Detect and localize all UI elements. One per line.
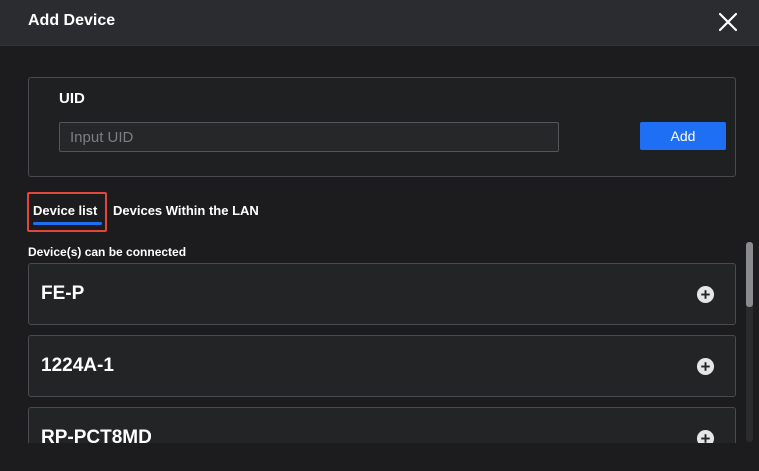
plus-circle-icon[interactable]	[696, 285, 715, 304]
plus-circle-icon[interactable]	[696, 357, 715, 376]
scrollbar-thumb[interactable]	[746, 242, 753, 307]
tab-device-list[interactable]: Device list	[33, 203, 97, 218]
uid-label: UID	[59, 90, 85, 107]
section-label: Device(s) can be connected	[28, 245, 187, 259]
device-list-item[interactable]: FE-P	[28, 263, 736, 325]
add-device-dialog: Add Device UID Add Device list Devices W…	[0, 0, 759, 471]
device-name: RP-PCT8MD	[41, 427, 152, 443]
close-button[interactable]	[716, 10, 740, 34]
active-tab-indicator	[33, 222, 102, 225]
plus-circle-icon[interactable]	[696, 429, 715, 443]
uid-input[interactable]	[59, 122, 559, 152]
dialog-footer	[0, 443, 759, 471]
close-icon	[718, 12, 738, 32]
add-button[interactable]: Add	[640, 122, 726, 150]
uid-panel: UID Add	[28, 77, 736, 177]
dialog-title: Add Device	[28, 12, 116, 29]
device-list-item[interactable]: 1224A-1	[28, 335, 736, 397]
device-name: FE-P	[41, 283, 85, 304]
device-list-item[interactable]: RP-PCT8MD	[28, 407, 736, 443]
tab-devices-within-lan[interactable]: Devices Within the LAN	[113, 203, 259, 218]
device-name: 1224A-1	[41, 355, 114, 376]
dialog-titlebar: Add Device	[0, 0, 759, 46]
device-list: FE-P 1224A-1 RP-PCT8MD	[28, 263, 738, 443]
